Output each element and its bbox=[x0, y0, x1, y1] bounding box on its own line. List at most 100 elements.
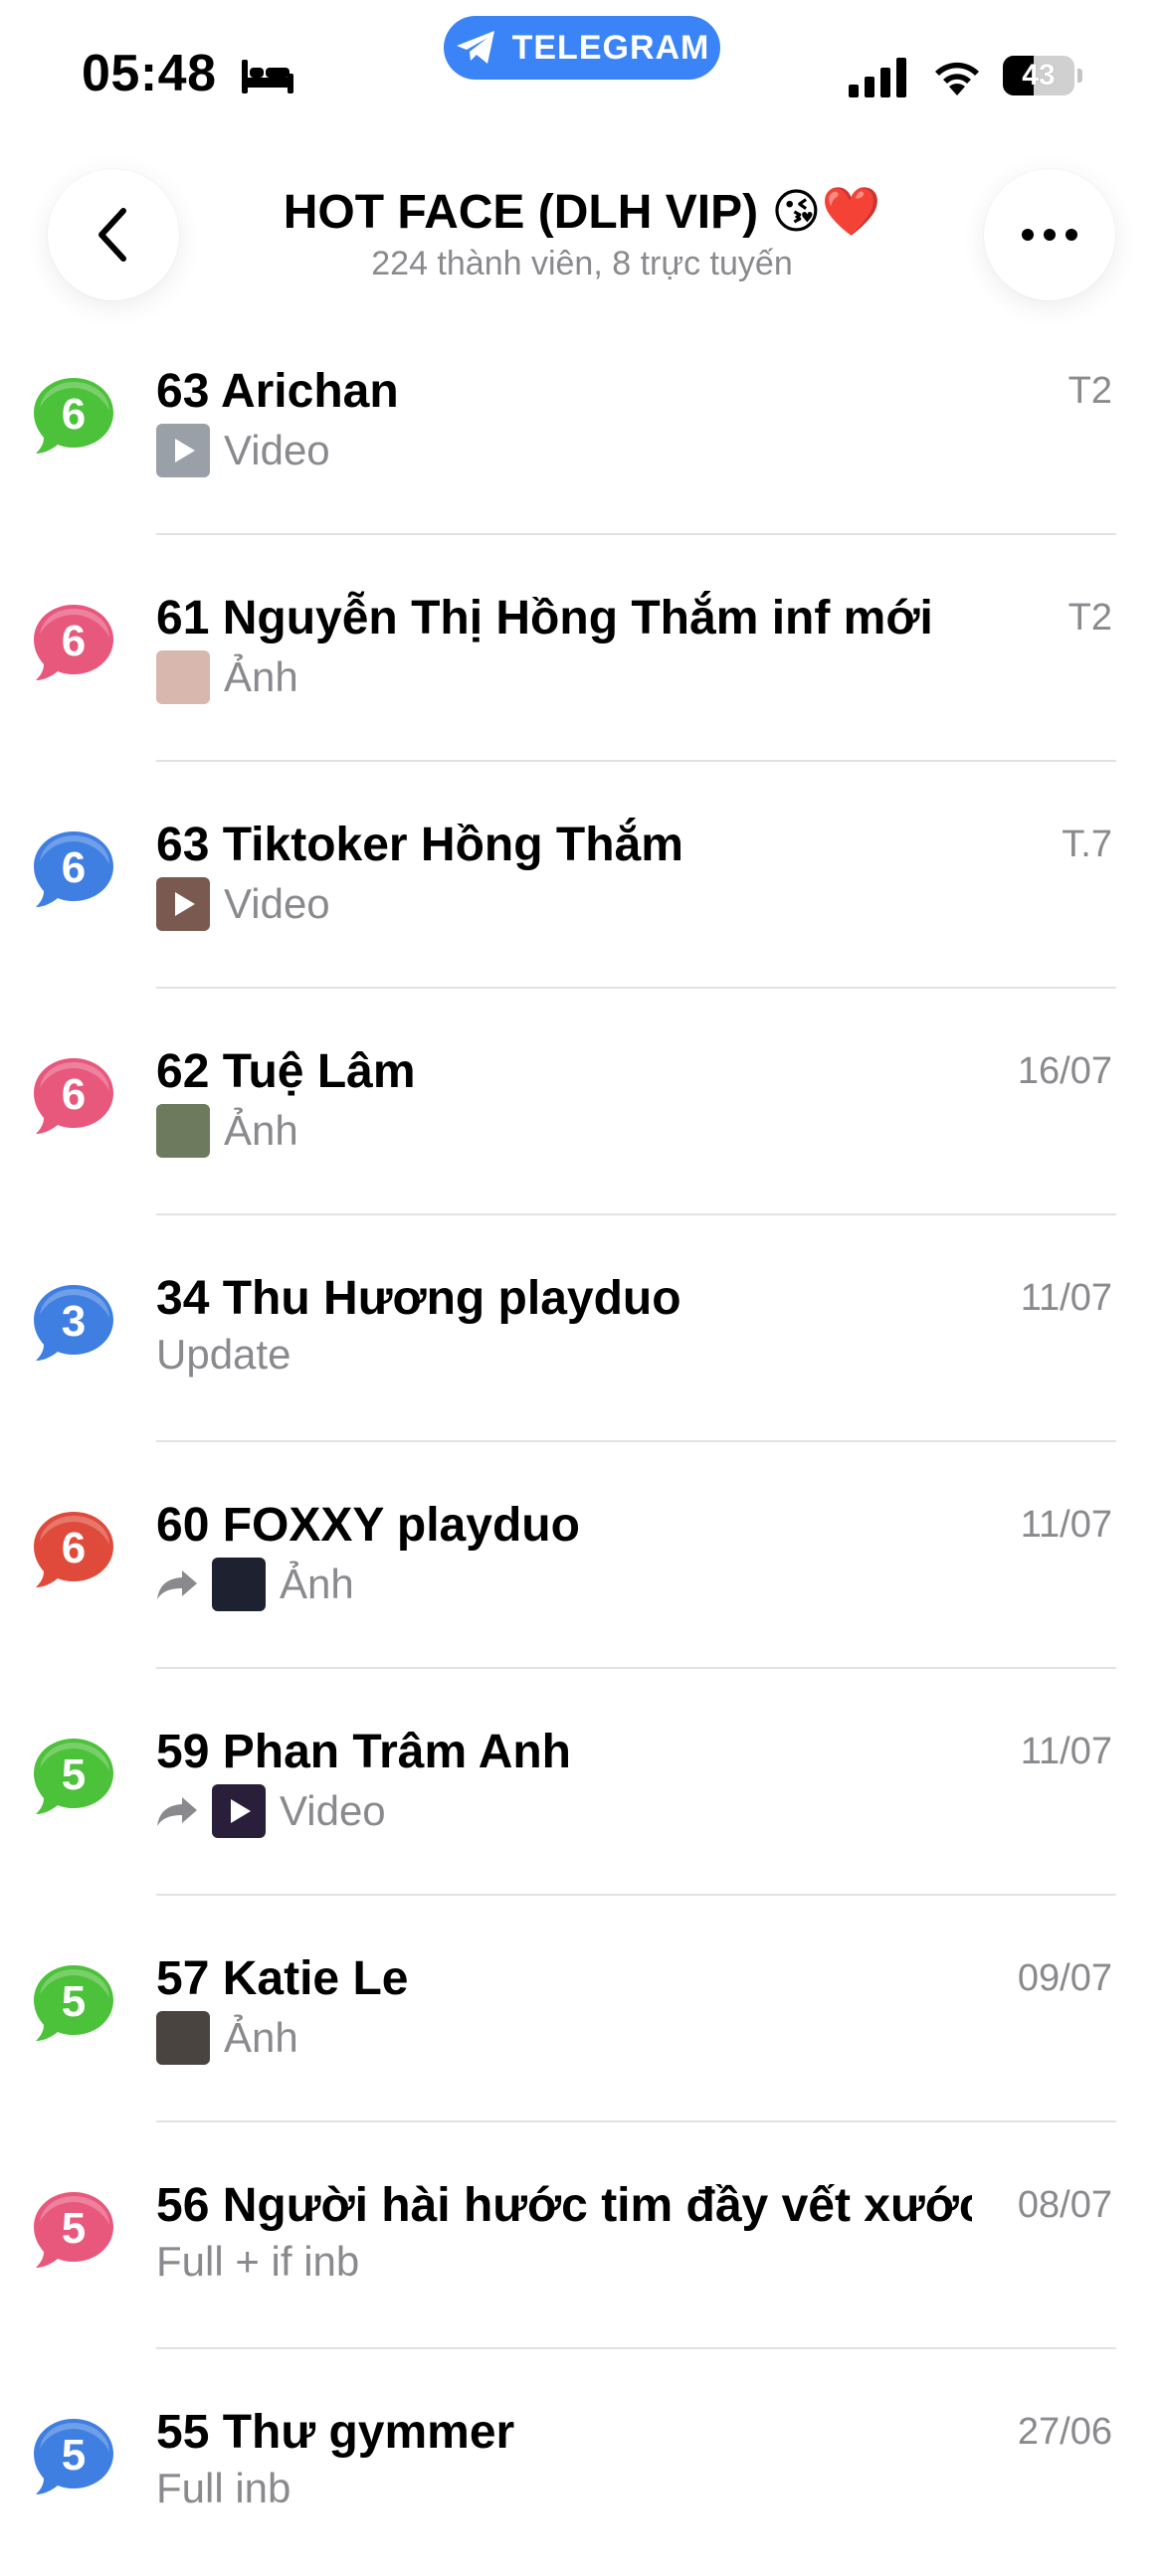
unread-badge: 6 bbox=[32, 828, 117, 913]
unread-badge: 5 bbox=[32, 1735, 117, 1820]
unread-count: 6 bbox=[61, 1070, 87, 1119]
photo-thumbnail bbox=[156, 650, 210, 704]
back-button[interactable] bbox=[48, 169, 179, 300]
topic-row[interactable]: 6 62 Tuệ Lâm 16/07 Ảnh bbox=[0, 989, 1164, 1215]
topic-date: 08/07 bbox=[1017, 2184, 1112, 2226]
chat-subtitle: 224 thành viên, 8 trực tuyến bbox=[371, 245, 793, 282]
topic-date: 27/06 bbox=[1017, 2411, 1112, 2453]
topic-name: 61 Nguyễn Thị Hồng Thắm inf mới bbox=[156, 592, 933, 644]
topic-name: 60 FOXXY playduo bbox=[156, 1499, 580, 1552]
message-preview: Update bbox=[156, 1331, 291, 1379]
wifi-icon bbox=[935, 62, 979, 95]
preview-text: Ảnh bbox=[224, 2014, 298, 2061]
topic-date: T.7 bbox=[1062, 824, 1112, 865]
more-dots-icon bbox=[1022, 229, 1077, 241]
topic-name: 55 Thư gymmer bbox=[156, 2406, 515, 2459]
topic-date: T2 bbox=[1067, 370, 1112, 412]
topic-date: 16/07 bbox=[1017, 1050, 1112, 1092]
topic-name: 62 Tuệ Lâm bbox=[156, 1045, 416, 1098]
preview-text: Ảnh bbox=[280, 1561, 354, 1607]
message-preview: Ảnh bbox=[156, 1104, 298, 1158]
battery-icon: 43 bbox=[1003, 56, 1074, 95]
photo-thumbnail bbox=[212, 1558, 266, 1611]
unread-count: 6 bbox=[61, 390, 87, 439]
forward-arrow-icon bbox=[157, 1797, 197, 1826]
play-icon bbox=[175, 892, 195, 916]
unread-count: 6 bbox=[61, 1524, 87, 1572]
topic-row[interactable]: 6 61 Nguyễn Thị Hồng Thắm inf mới T2 Ảnh bbox=[0, 535, 1164, 762]
message-preview: Ảnh bbox=[156, 650, 298, 704]
cellular-signal-icon bbox=[849, 58, 906, 97]
telegram-icon bbox=[456, 31, 494, 64]
topic-name: 63 Arichan bbox=[156, 365, 399, 418]
topic-date: 09/07 bbox=[1017, 1957, 1112, 1999]
topic-name: 63 Tiktoker Hồng Thắm bbox=[156, 819, 683, 871]
topic-date: 11/07 bbox=[1020, 1277, 1112, 1319]
telegram-return-pill[interactable]: TELEGRAM bbox=[444, 16, 720, 80]
topic-list: 6 63 Arichan T2 Video 6 61 Nguyễn Thị Hồng Th… bbox=[0, 308, 1164, 2576]
unread-count: 6 bbox=[61, 843, 87, 892]
status-time: 05:48 bbox=[82, 45, 217, 102]
unread-count: 5 bbox=[61, 1750, 87, 1799]
unread-count: 5 bbox=[61, 1977, 87, 2026]
topic-row[interactable]: 3 34 Thu Hương playduo 11/07 Update bbox=[0, 1215, 1164, 1442]
battery-indicator: 43 bbox=[1003, 56, 1084, 95]
topic-name: 57 Katie Le bbox=[156, 1952, 409, 2005]
battery-cap bbox=[1077, 69, 1082, 83]
chevron-left-icon bbox=[98, 208, 126, 262]
unread-badge: 5 bbox=[32, 2415, 117, 2500]
preview-text: Update bbox=[156, 1331, 291, 1378]
photo-thumbnail bbox=[156, 1104, 210, 1158]
preview-text: Ảnh bbox=[224, 1107, 298, 1154]
topic-row[interactable]: 5 59 Phan Trâm Anh 11/07 Video bbox=[0, 1669, 1164, 1896]
topic-name: 34 Thu Hương playduo bbox=[156, 1272, 681, 1325]
topic-row[interactable]: 5 57 Katie Le 09/07 Ảnh bbox=[0, 1896, 1164, 2122]
video-thumbnail bbox=[156, 424, 210, 477]
photo-thumbnail bbox=[156, 2011, 210, 2065]
unread-count: 6 bbox=[61, 617, 87, 665]
topic-name: 56 Người hài hước tim đầy vết xước bbox=[156, 2179, 972, 2232]
preview-text: Full + if inb bbox=[156, 2238, 360, 2285]
topic-row[interactable]: 6 60 FOXXY playduo 11/07 Ảnh bbox=[0, 1442, 1164, 1669]
message-preview: Full inb bbox=[156, 2465, 291, 2512]
unread-badge: 6 bbox=[32, 374, 117, 460]
topic-date: 11/07 bbox=[1020, 1504, 1112, 1546]
preview-text: Video bbox=[280, 1787, 386, 1834]
unread-badge: 6 bbox=[32, 1054, 117, 1140]
message-preview: Ảnh bbox=[156, 1558, 354, 1611]
preview-text: Ảnh bbox=[224, 653, 298, 700]
unread-badge: 6 bbox=[32, 1508, 117, 1593]
topic-row[interactable]: 5 56 Người hài hước tim đầy vết xước 08/07… bbox=[0, 2122, 1164, 2349]
play-icon bbox=[175, 439, 195, 462]
battery-level-text: 43 bbox=[1022, 59, 1056, 92]
message-preview: Video bbox=[156, 877, 330, 931]
sleep-focus-icon bbox=[242, 60, 293, 93]
preview-text: Video bbox=[224, 880, 330, 927]
unread-count: 5 bbox=[61, 2204, 87, 2253]
unread-badge: 5 bbox=[32, 2188, 117, 2274]
message-preview: Ảnh bbox=[156, 2011, 298, 2065]
unread-badge: 6 bbox=[32, 601, 117, 686]
topic-date: T2 bbox=[1067, 597, 1112, 639]
topic-date: 11/07 bbox=[1020, 1731, 1112, 1772]
topic-name: 59 Phan Trâm Anh bbox=[156, 1726, 571, 1778]
topic-row[interactable]: 6 63 Tiktoker Hồng Thắm T.7 Video bbox=[0, 762, 1164, 989]
play-icon bbox=[231, 1799, 251, 1823]
telegram-pill-label: TELEGRAM bbox=[511, 28, 710, 67]
unread-badge: 3 bbox=[32, 1281, 117, 1367]
topic-row[interactable]: 6 63 Arichan T2 Video bbox=[0, 308, 1164, 535]
more-options-button[interactable] bbox=[984, 169, 1115, 300]
chat-title[interactable]: HOT FACE (DLH VIP) 😘❤️ bbox=[199, 183, 965, 240]
forward-arrow-icon bbox=[157, 1570, 197, 1599]
status-bar: 05:48 TELEGRAM 43 bbox=[0, 0, 1164, 149]
message-preview: Video bbox=[156, 424, 330, 477]
topic-row[interactable]: 5 55 Thư gymmer 27/06 Full inb bbox=[0, 2349, 1164, 2576]
unread-count: 3 bbox=[61, 1297, 87, 1346]
preview-text: Full inb bbox=[156, 2465, 291, 2511]
message-preview: Video bbox=[156, 1784, 386, 1838]
video-thumbnail bbox=[156, 877, 210, 931]
message-preview: Full + if inb bbox=[156, 2238, 359, 2286]
preview-text: Video bbox=[224, 427, 330, 473]
unread-count: 5 bbox=[61, 2431, 87, 2480]
video-thumbnail bbox=[212, 1784, 266, 1838]
